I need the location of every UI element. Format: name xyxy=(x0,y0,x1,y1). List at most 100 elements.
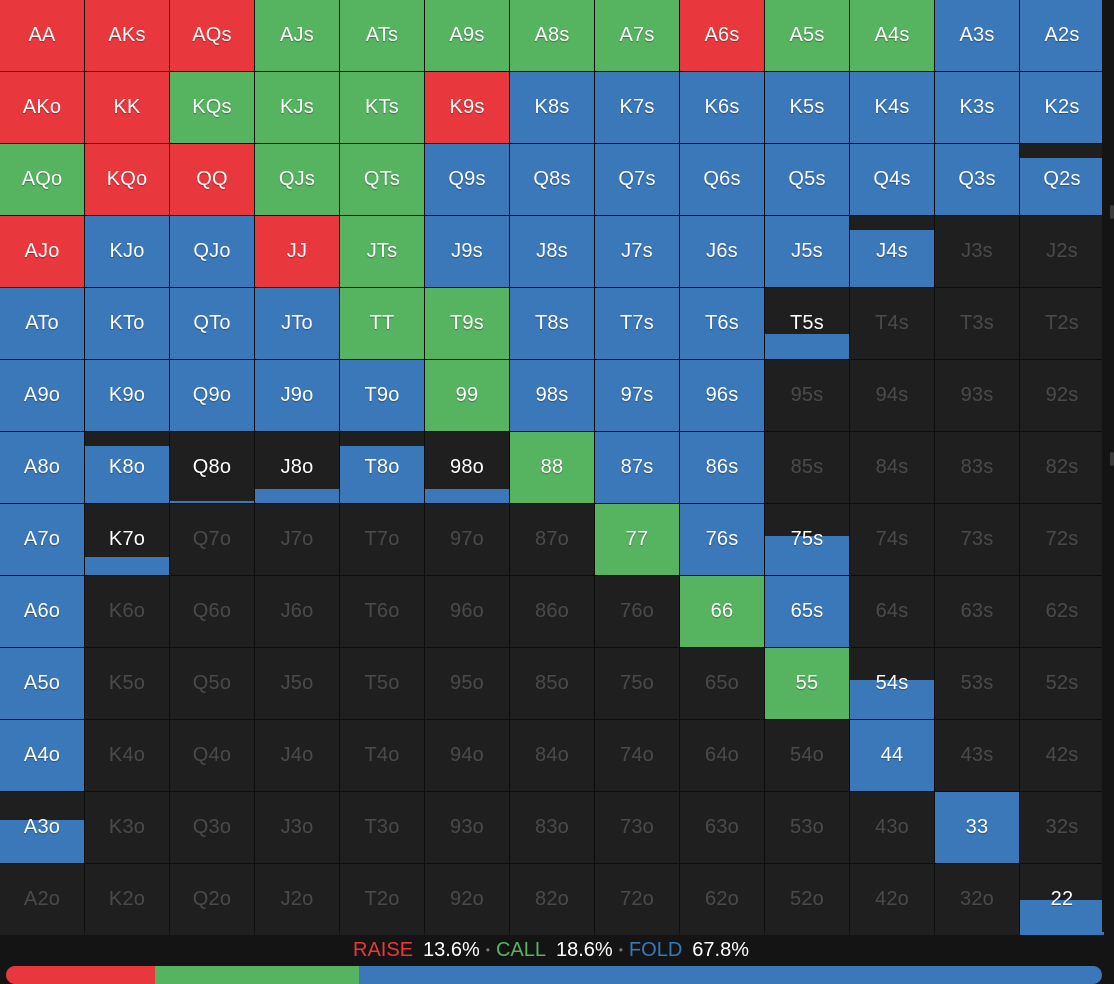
hand-cell[interactable]: A9o xyxy=(0,360,84,431)
hand-cell[interactable]: J5s xyxy=(765,216,849,287)
hand-cell[interactable]: 73o xyxy=(595,792,679,863)
hand-cell[interactable]: K7s xyxy=(595,72,679,143)
hand-cell[interactable]: 43o xyxy=(850,792,934,863)
hand-cell[interactable]: 43s xyxy=(935,720,1019,791)
hand-cell[interactable]: A5s xyxy=(765,0,849,71)
hand-cell[interactable]: J4o xyxy=(255,720,339,791)
hand-cell[interactable]: Q9o xyxy=(170,360,254,431)
hand-cell[interactable]: A8o xyxy=(0,432,84,503)
hand-cell[interactable]: 66 xyxy=(680,576,764,647)
hand-cell[interactable]: 95s xyxy=(765,360,849,431)
hand-cell[interactable]: 64o xyxy=(680,720,764,791)
hand-cell[interactable]: QJs xyxy=(255,144,339,215)
hand-cell[interactable]: 44 xyxy=(850,720,934,791)
hand-cell[interactable]: KTo xyxy=(85,288,169,359)
hand-cell[interactable]: T9s xyxy=(425,288,509,359)
hand-cell[interactable]: Q6o xyxy=(170,576,254,647)
hand-cell[interactable]: 33 xyxy=(935,792,1019,863)
hand-cell[interactable]: 72s xyxy=(1020,504,1104,575)
hand-cell[interactable]: T2s xyxy=(1020,288,1104,359)
hand-cell[interactable]: AKo xyxy=(0,72,84,143)
hand-cell[interactable]: Q3s xyxy=(935,144,1019,215)
hand-cell[interactable]: T8o xyxy=(340,432,424,503)
hand-cell[interactable]: 63o xyxy=(680,792,764,863)
hand-cell[interactable]: J3o xyxy=(255,792,339,863)
hand-cell[interactable]: 99 xyxy=(425,360,509,431)
hand-cell[interactable]: A4s xyxy=(850,0,934,71)
hand-cell[interactable]: 96o xyxy=(425,576,509,647)
hand-cell[interactable]: T4o xyxy=(340,720,424,791)
hand-cell[interactable]: AQo xyxy=(0,144,84,215)
hand-cell[interactable]: T3o xyxy=(340,792,424,863)
hand-cell[interactable]: A4o xyxy=(0,720,84,791)
hand-cell[interactable]: Q4o xyxy=(170,720,254,791)
hand-cell[interactable]: T5s xyxy=(765,288,849,359)
hand-cell[interactable]: K2s xyxy=(1020,72,1104,143)
hand-cell[interactable]: J9s xyxy=(425,216,509,287)
hand-cell[interactable]: 32s xyxy=(1020,792,1104,863)
hand-cell[interactable]: A3o xyxy=(0,792,84,863)
hand-cell[interactable]: K8o xyxy=(85,432,169,503)
hand-cell[interactable]: 84s xyxy=(850,432,934,503)
hand-cell[interactable]: Q8o xyxy=(170,432,254,503)
hand-cell[interactable]: QTs xyxy=(340,144,424,215)
hand-cell[interactable]: 98s xyxy=(510,360,594,431)
hand-cell[interactable]: QQ xyxy=(170,144,254,215)
hand-cell[interactable]: 42s xyxy=(1020,720,1104,791)
hand-cell[interactable]: K4o xyxy=(85,720,169,791)
hand-cell[interactable]: 75s xyxy=(765,504,849,575)
hand-cell[interactable]: AKs xyxy=(85,0,169,71)
hand-cell[interactable]: 74o xyxy=(595,720,679,791)
hand-cell[interactable]: Q9s xyxy=(425,144,509,215)
hand-cell[interactable]: AJo xyxy=(0,216,84,287)
hand-cell[interactable]: T6o xyxy=(340,576,424,647)
hand-cell[interactable]: 92s xyxy=(1020,360,1104,431)
hand-cell[interactable]: 77 xyxy=(595,504,679,575)
hand-cell[interactable]: 84o xyxy=(510,720,594,791)
hand-cell[interactable]: 55 xyxy=(765,648,849,719)
hand-cell[interactable]: AQs xyxy=(170,0,254,71)
hand-cell[interactable]: K3o xyxy=(85,792,169,863)
hand-cell[interactable]: KTs xyxy=(340,72,424,143)
hand-cell[interactable]: K9o xyxy=(85,360,169,431)
hand-cell[interactable]: QJo xyxy=(170,216,254,287)
hand-cell[interactable]: K6o xyxy=(85,576,169,647)
hand-cell[interactable]: T7o xyxy=(340,504,424,575)
hand-cell[interactable]: AA xyxy=(0,0,84,71)
hand-cell[interactable]: T3s xyxy=(935,288,1019,359)
hand-cell[interactable]: ATs xyxy=(340,0,424,71)
hand-cell[interactable]: 52s xyxy=(1020,648,1104,719)
hand-cell[interactable]: 76o xyxy=(595,576,679,647)
hand-cell[interactable]: T4s xyxy=(850,288,934,359)
hand-cell[interactable]: Q4s xyxy=(850,144,934,215)
hand-cell[interactable]: 85o xyxy=(510,648,594,719)
hand-cell[interactable]: T6s xyxy=(680,288,764,359)
hand-cell[interactable]: J7o xyxy=(255,504,339,575)
hand-cell[interactable]: A3s xyxy=(935,0,1019,71)
hand-cell[interactable]: 85s xyxy=(765,432,849,503)
hand-cell[interactable]: KJs xyxy=(255,72,339,143)
hand-cell[interactable]: 62s xyxy=(1020,576,1104,647)
hand-cell[interactable]: A7o xyxy=(0,504,84,575)
hand-cell[interactable]: 82s xyxy=(1020,432,1104,503)
hand-cell[interactable]: 42o xyxy=(850,864,934,935)
hand-cell[interactable]: J3s xyxy=(935,216,1019,287)
hand-cell[interactable]: 82o xyxy=(510,864,594,935)
hand-cell[interactable]: A6s xyxy=(680,0,764,71)
hand-cell[interactable]: TT xyxy=(340,288,424,359)
hand-cell[interactable]: J6s xyxy=(680,216,764,287)
hand-cell[interactable]: 22 xyxy=(1020,864,1104,935)
hand-cell[interactable]: JTo xyxy=(255,288,339,359)
hand-cell[interactable]: Q6s xyxy=(680,144,764,215)
hand-cell[interactable]: J6o xyxy=(255,576,339,647)
hand-cell[interactable]: J5o xyxy=(255,648,339,719)
hand-cell[interactable]: Q2o xyxy=(170,864,254,935)
hand-cell[interactable]: 97o xyxy=(425,504,509,575)
hand-cell[interactable]: 94o xyxy=(425,720,509,791)
hand-cell[interactable]: K6s xyxy=(680,72,764,143)
hand-cell[interactable]: 88 xyxy=(510,432,594,503)
hand-cell[interactable]: 74s xyxy=(850,504,934,575)
hand-cell[interactable]: J9o xyxy=(255,360,339,431)
hand-cell[interactable]: 96s xyxy=(680,360,764,431)
hand-cell[interactable]: T9o xyxy=(340,360,424,431)
